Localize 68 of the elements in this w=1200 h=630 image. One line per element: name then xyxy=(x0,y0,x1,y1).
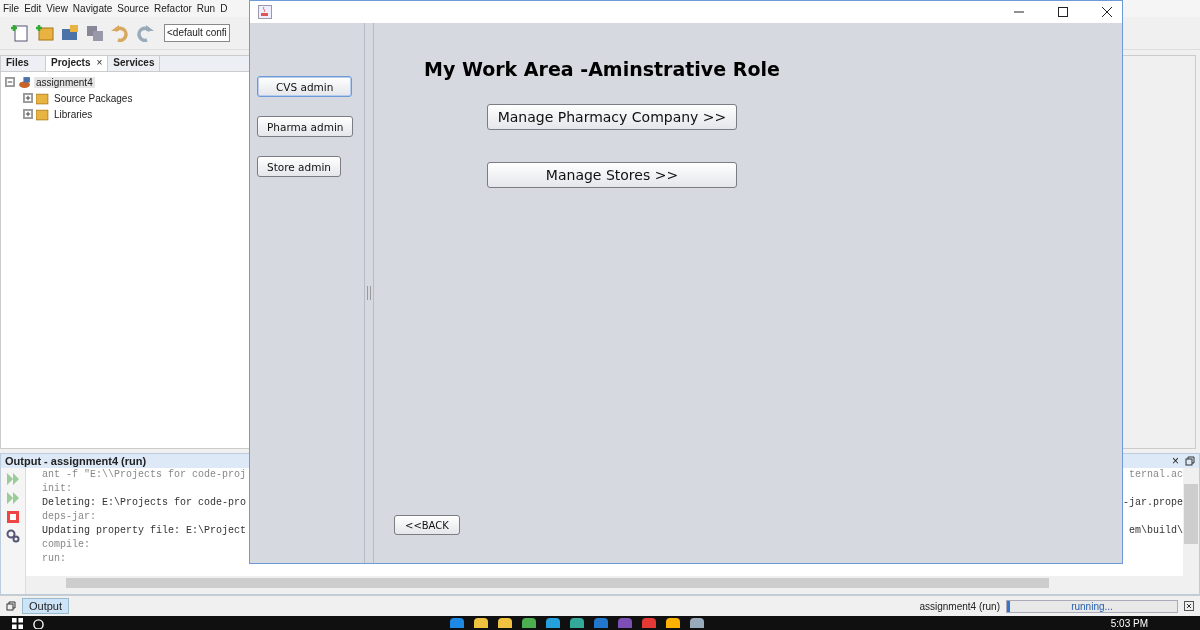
windows-logo-icon[interactable] xyxy=(12,617,23,629)
cancel-task-icon[interactable] xyxy=(1184,601,1194,611)
action-button[interactable]: Manage Stores >> xyxy=(487,162,737,188)
expand-toggle-icon[interactable] xyxy=(23,93,33,103)
panel-tab[interactable]: Projects × xyxy=(46,56,109,71)
taskbar-app-icon[interactable] xyxy=(522,618,537,628)
output-line: -jar.prope xyxy=(1123,496,1183,510)
taskbar-app-icon[interactable] xyxy=(546,618,561,628)
taskbar-app-icon[interactable] xyxy=(666,618,681,628)
task-label: assignment4 (run) xyxy=(919,600,1000,612)
gears-icon[interactable] xyxy=(6,529,20,543)
taskbar-app-icon[interactable] xyxy=(474,618,489,628)
output-line: compile: xyxy=(42,538,90,552)
configuration-field[interactable]: <default confi xyxy=(164,24,230,42)
maximize-icon[interactable] xyxy=(1058,7,1068,17)
tree-item[interactable]: Libraries xyxy=(52,108,95,120)
java-cup-icon xyxy=(258,5,272,19)
restore-window-icon[interactable] xyxy=(1185,456,1195,466)
taskbar-app-icon[interactable] xyxy=(690,618,705,628)
menu-item[interactable]: Source xyxy=(117,3,149,14)
close-tab-button[interactable]: × xyxy=(96,57,103,68)
search-icon[interactable] xyxy=(33,617,44,629)
new-folder-icon[interactable] xyxy=(35,23,55,43)
menu-item[interactable]: Navigate xyxy=(72,3,113,14)
stop-icon[interactable] xyxy=(6,510,20,524)
panel-tab[interactable]: Services xyxy=(108,56,161,71)
collapse-toggle-icon[interactable] xyxy=(5,77,15,87)
menu-item[interactable]: File xyxy=(3,3,20,14)
back-button[interactable]: <<BACK xyxy=(394,515,460,535)
close-button[interactable]: × xyxy=(1172,454,1179,468)
output-title: Output - assignment4 (run) xyxy=(5,455,148,467)
taskbar-app-icon[interactable] xyxy=(570,618,585,628)
menu-item[interactable]: View xyxy=(46,3,68,14)
taskbar-app-icon[interactable] xyxy=(498,618,513,628)
output-line: deps-jar: xyxy=(42,510,96,524)
nav-button[interactable]: CVS admin xyxy=(257,76,353,97)
output-line: Deleting: E:\Projects for code-pro xyxy=(42,496,247,510)
expand-toggle-icon[interactable] xyxy=(23,109,33,119)
output-line: Updating property file: E:\Project xyxy=(42,524,247,538)
project-icon xyxy=(18,75,31,89)
folder-icon xyxy=(36,107,49,121)
nav-button[interactable]: Store admin xyxy=(257,156,341,177)
output-tab[interactable]: Output xyxy=(22,598,70,614)
tree-item[interactable]: assignment4 xyxy=(34,76,95,88)
output-line: ant -f "E:\\Projects for code-proj xyxy=(42,468,247,482)
horizontal-scrollbar[interactable] xyxy=(26,576,1199,594)
menu-item[interactable]: Edit xyxy=(24,3,42,14)
folder-icon xyxy=(36,91,49,105)
clock: 5:03 PM xyxy=(1110,617,1149,629)
action-button[interactable]: Manage Pharmacy Company >> xyxy=(487,104,737,130)
nav-button[interactable]: Pharma admin xyxy=(257,116,354,137)
output-line: ternal.ac xyxy=(1129,468,1183,482)
restore-window-icon[interactable] xyxy=(6,601,16,611)
output-line: em\build\ xyxy=(1129,524,1183,538)
page-heading: My Work Area -Aminstrative Role xyxy=(424,58,780,80)
close-icon[interactable] xyxy=(1102,7,1112,17)
new-file-icon[interactable] xyxy=(10,23,30,43)
output-line: run: xyxy=(42,552,66,566)
save-all-icon[interactable] xyxy=(85,23,105,43)
menu-item[interactable]: D xyxy=(220,3,228,14)
menu-item[interactable]: Run xyxy=(196,3,216,14)
taskbar-app-icon[interactable] xyxy=(450,618,465,628)
progress-text: running... xyxy=(1071,600,1113,612)
open-folder-icon[interactable] xyxy=(60,23,80,43)
tree-item[interactable]: Source Packages xyxy=(52,92,135,104)
menu-item[interactable]: Refactor xyxy=(154,3,192,14)
output-line: init: xyxy=(42,482,72,496)
vertical-scrollbar[interactable] xyxy=(1183,468,1199,576)
